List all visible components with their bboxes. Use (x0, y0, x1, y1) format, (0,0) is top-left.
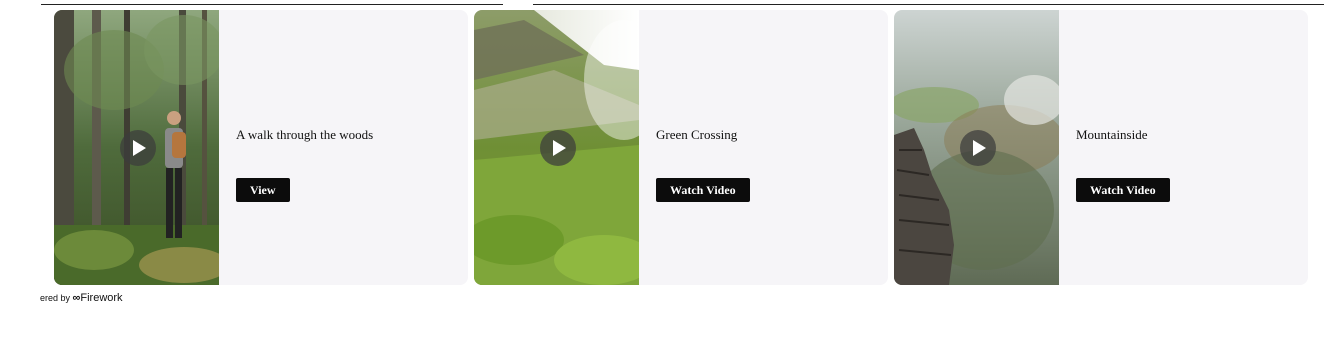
powered-by-footer[interactable]: ered by ∞Firework (40, 292, 123, 304)
firework-brand-link[interactable]: Firework (80, 292, 122, 304)
watch-video-button[interactable]: Watch Video (1076, 178, 1170, 202)
video-card[interactable]: Mountainside Watch Video (894, 10, 1308, 285)
powered-by-label: ered by (40, 293, 71, 303)
view-button[interactable]: View (236, 178, 290, 202)
top-divider (41, 4, 1324, 5)
video-title: Green Crossing (656, 127, 738, 142)
play-icon[interactable] (960, 130, 996, 166)
misty-cliffs-thumbnail[interactable] (894, 10, 1059, 285)
play-icon[interactable] (120, 130, 156, 166)
video-title: Mountainside (1076, 127, 1148, 142)
video-card[interactable]: A walk through the woods View (54, 10, 468, 285)
top-divider-gap (503, 3, 533, 6)
video-card[interactable]: Green Crossing Watch Video (474, 10, 888, 285)
watch-video-button[interactable]: Watch Video (656, 178, 750, 202)
video-title: A walk through the woods (236, 127, 374, 142)
forest-hiker-thumbnail[interactable] (54, 10, 219, 285)
green-hillside-thumbnail[interactable] (474, 10, 639, 285)
play-icon[interactable] (540, 130, 576, 166)
